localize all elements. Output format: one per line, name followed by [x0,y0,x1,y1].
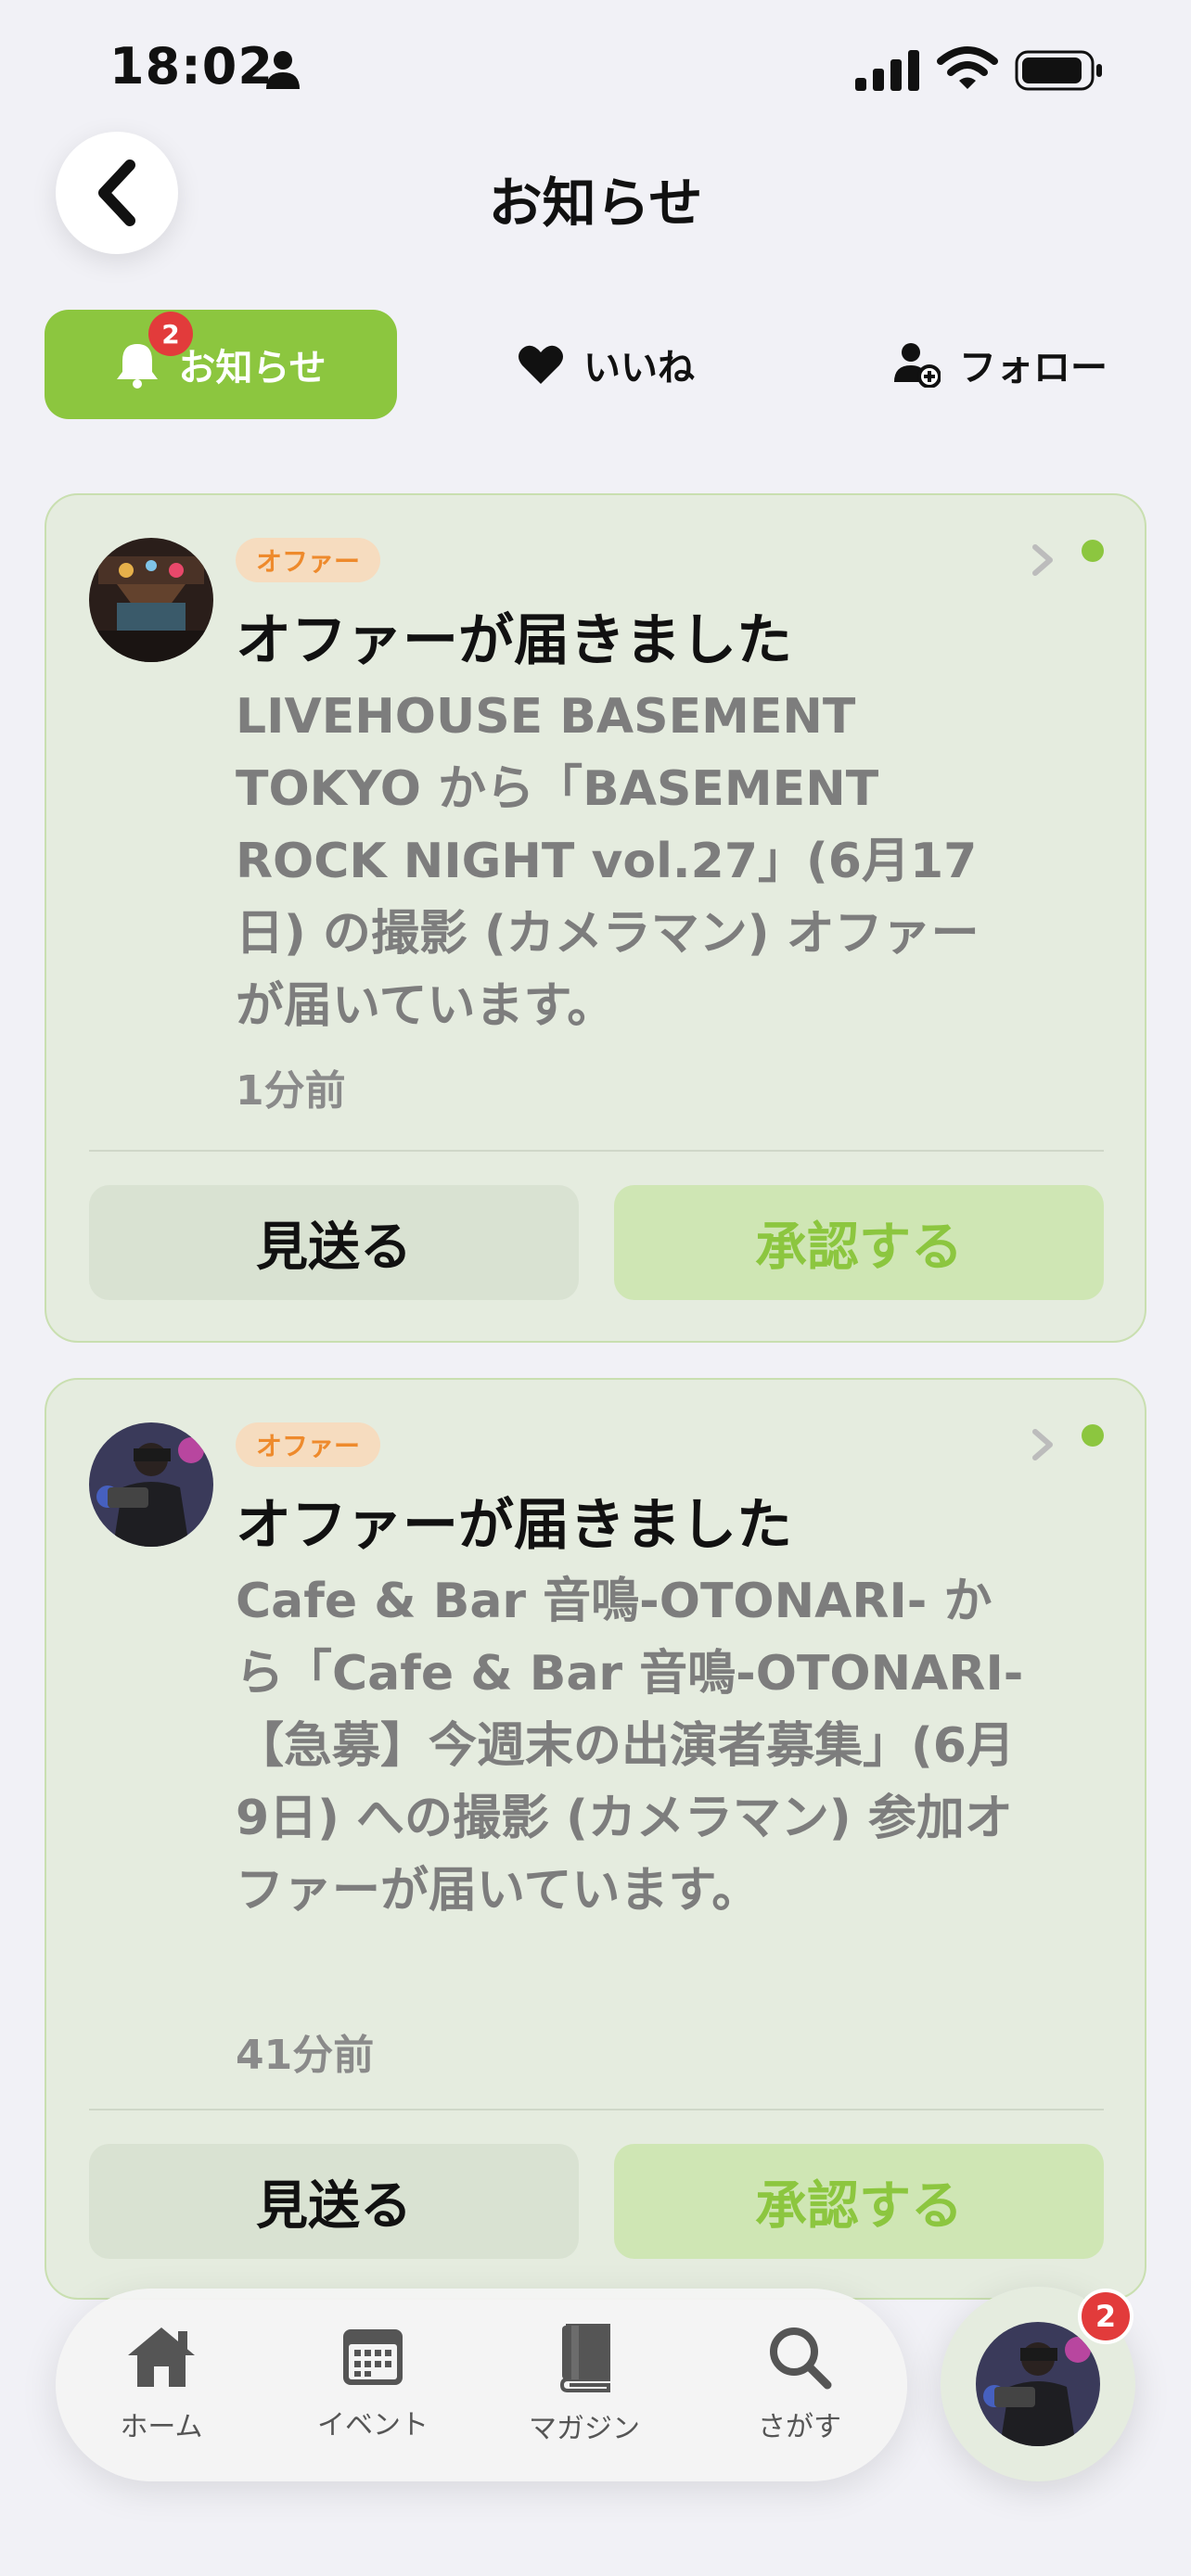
tab-notifications[interactable]: お知らせ 2 [45,310,397,419]
tab-follows-label: フォロー [959,347,1108,389]
notification-title: オファーが届きました [236,608,792,673]
divider [89,1150,1104,1152]
nav-magazine-label: マガジン [529,2413,640,2445]
approve-button[interactable]: 承認する [614,1185,1104,1300]
tab-notifications-label: お知らせ [178,347,327,389]
venue-avatar [89,1422,213,1547]
home-icon [128,2327,195,2387]
nav-event[interactable]: イベント [289,2324,456,2442]
profile-button[interactable]: 2 [941,2287,1135,2481]
offer-tag: オファー [236,1422,381,1467]
wifi-icon [937,46,998,89]
notification-count-badge: 2 [148,312,193,356]
nav-search-label: さがす [758,2411,841,2443]
status-time: 18:02 [109,37,274,96]
nav-magazine[interactable]: マガジン [501,2324,668,2446]
tab-follows[interactable]: フォロー [861,310,1139,419]
tab-likes[interactable]: いいね [499,310,712,419]
notification-card[interactable]: オファー オファーが届きました Cafe & Bar 音鳴-OTONARI- か… [45,1378,1146,2300]
unread-dot [1082,540,1104,562]
notification-title: オファーが届きました [236,1493,792,1558]
skip-button[interactable]: 見送る [89,2144,579,2259]
notification-time: 1分前 [236,1067,346,1115]
nav-home[interactable]: ホーム [78,2324,245,2444]
cellular-signal-icon [855,50,919,91]
page-title: お知らせ [488,172,703,235]
notification-time: 41分前 [236,2032,375,2079]
nav-home-label: ホーム [120,2411,203,2443]
status-bar: 18:02 [0,0,1191,139]
tab-likes-label: いいね [583,347,695,389]
person-icon [266,51,300,89]
search-icon [770,2327,832,2390]
approve-button[interactable]: 承認する [614,2144,1104,2259]
notification-tabs: お知らせ 2 いいね フォロー [45,310,1146,419]
add-person-icon [894,343,941,388]
profile-avatar [976,2322,1100,2446]
chevron-right-icon [1032,544,1053,576]
chevron-right-icon [1032,1429,1053,1460]
notification-body: Cafe & Bar 音鳴-OTONARI- から「Cafe & Bar 音鳴-… [236,1574,1024,1919]
divider [89,2109,1104,2111]
notification-card[interactable]: オファー オファーが届きました LIVEHOUSE BASEMENT TOKYO… [45,493,1146,1343]
unread-dot [1082,1424,1104,1447]
nav-event-label: イベント [317,2409,429,2442]
nav-search[interactable]: さがす [716,2324,883,2444]
venue-avatar [89,538,213,662]
book-icon [559,2324,610,2392]
heart-icon [519,345,563,384]
battery-icon [1015,50,1102,91]
offer-tag: オファー [236,538,381,582]
bottom-nav: ホーム イベント マガジン さがす [56,2289,907,2481]
notification-body: LIVEHOUSE BASEMENT TOKYO から「BASEMENT ROC… [236,689,980,1034]
skip-button[interactable]: 見送る [89,1185,579,1300]
profile-notification-badge: 2 [1078,2289,1133,2344]
calendar-icon [343,2329,403,2385]
